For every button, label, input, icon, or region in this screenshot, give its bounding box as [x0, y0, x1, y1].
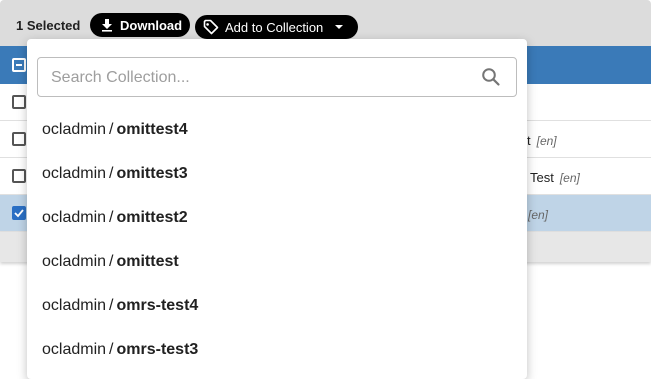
collection-item[interactable]: ocladmin / omrs-test3: [27, 328, 527, 372]
collection-item[interactable]: ocladmin / omittest2: [27, 196, 527, 240]
collection-item[interactable]: ocladmin / omittest3: [27, 152, 527, 196]
tag-icon: [203, 19, 219, 35]
row-checkbox-checked[interactable]: [12, 206, 26, 220]
select-all-checkbox[interactable]: [12, 58, 26, 72]
collection-list: ocladmin / omittest4 ocladmin / omittest3 oc…: [27, 108, 527, 372]
collection-dropdown: ocladmin/omittest4 ocladmin/omittest3 oc…: [27, 39, 527, 379]
search-input[interactable]: [51, 67, 471, 89]
row-checkbox[interactable]: [12, 169, 26, 183]
add-to-collection-label: Add to Collection: [225, 19, 324, 35]
download-button[interactable]: Download: [90, 13, 190, 37]
selected-count: 1 Selected: [16, 18, 81, 33]
search-icon[interactable]: [481, 67, 501, 92]
collection-item[interactable]: ocladmin / omrs-test4: [27, 284, 527, 328]
row-checkbox[interactable]: [12, 132, 26, 146]
search-box: [37, 57, 517, 97]
collection-item[interactable]: ocladmin / omittest4: [27, 108, 527, 152]
caret-down-icon: [335, 24, 344, 30]
row-name-cell: t [en]: [527, 133, 557, 148]
download-icon: [100, 18, 114, 32]
collection-item[interactable]: ocladmin / omittest: [27, 240, 527, 284]
row-checkbox[interactable]: [12, 95, 26, 109]
add-to-collection-button[interactable]: Add to Collection: [195, 15, 358, 39]
row-name-cell: Test [en]: [530, 170, 580, 185]
download-label: Download: [120, 17, 183, 33]
